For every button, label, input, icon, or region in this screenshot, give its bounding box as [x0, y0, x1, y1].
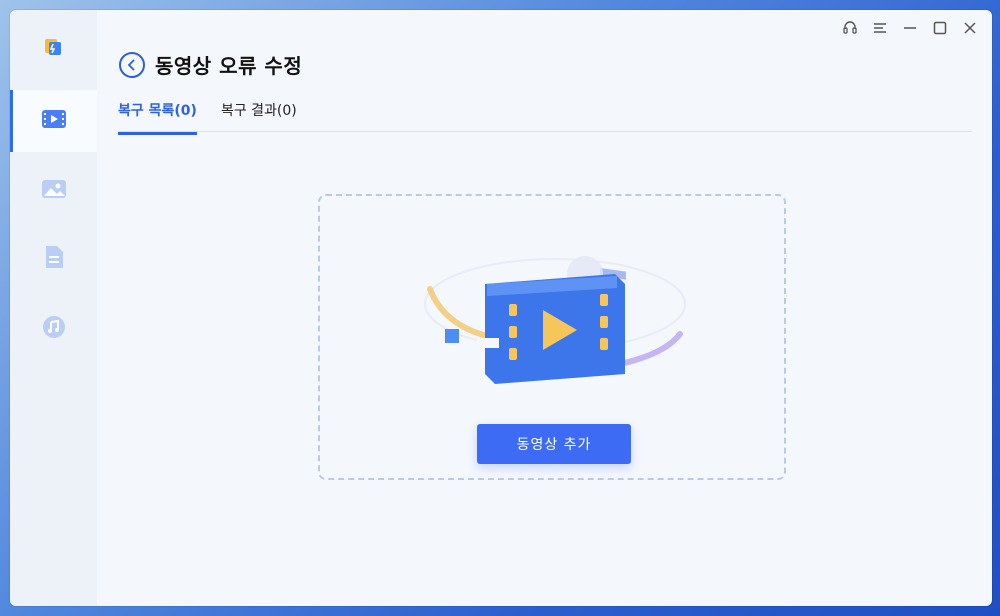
drop-zone[interactable]: 동영상 추가: [318, 194, 786, 480]
sidebar-item-video[interactable]: [10, 90, 97, 152]
music-icon: [42, 315, 66, 343]
chevron-left-icon: [127, 56, 137, 75]
back-button[interactable]: [119, 52, 145, 78]
video-icon: [41, 109, 67, 133]
close-icon[interactable]: [960, 18, 980, 38]
tab-bar: 복구 목록(0) 복구 결과(0): [118, 100, 297, 135]
sidebar: [10, 10, 97, 606]
page-title: 동영상 오류 수정: [155, 54, 303, 78]
image-icon: [41, 179, 67, 203]
minimize-icon[interactable]: [900, 18, 920, 38]
sidebar-item-music[interactable]: [10, 298, 97, 360]
video-illustration: [415, 234, 695, 404]
tab-divider: [118, 131, 972, 132]
tab-recovery-list[interactable]: 복구 목록(0): [118, 100, 197, 135]
sidebar-item-image[interactable]: [10, 160, 97, 222]
tab-recovery-result[interactable]: 복구 결과(0): [221, 100, 297, 135]
sidebar-item-document[interactable]: [10, 228, 97, 290]
app-logo-icon: [42, 35, 64, 57]
app-window: 동영상 오류 수정 복구 목록(0) 복구 결과(0) 동영상 추가: [10, 10, 992, 606]
main-panel: 동영상 오류 수정 복구 목록(0) 복구 결과(0) 동영상 추가: [97, 10, 992, 606]
window-controls: [840, 18, 980, 38]
menu-icon[interactable]: [870, 18, 890, 38]
document-icon: [43, 245, 65, 273]
add-video-button[interactable]: 동영상 추가: [477, 424, 631, 464]
headset-icon[interactable]: [840, 18, 860, 38]
maximize-icon[interactable]: [930, 18, 950, 38]
